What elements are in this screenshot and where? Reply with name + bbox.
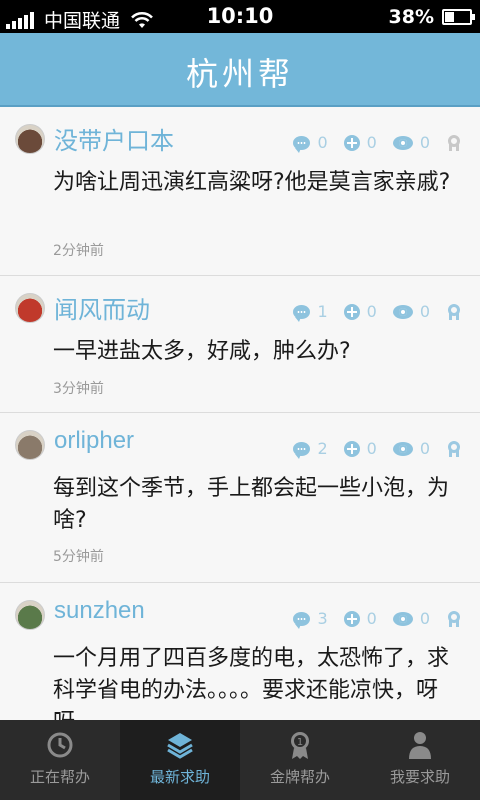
question-text[interactable]: 为啥让周迅演红高粱呀?他是莫言家亲戚? xyxy=(53,167,458,199)
comment-icon xyxy=(293,611,311,629)
medal-icon[interactable] xyxy=(448,610,460,627)
battery-icon xyxy=(442,9,475,25)
tab-in-progress[interactable]: 正在帮办 xyxy=(0,720,120,800)
question-card[interactable]: orlipher 2 0 0 每到这个季节，手上都会起一些小泡，为啥? 5分钟前 xyxy=(0,413,480,583)
status-right: 38% xyxy=(388,6,475,28)
eye-icon xyxy=(392,304,413,319)
clock-icon xyxy=(47,732,73,758)
app-header: 杭州帮 xyxy=(0,33,480,107)
view-stat: 0 xyxy=(392,439,430,458)
tab-label: 我要求助 xyxy=(389,768,450,786)
stats-bar: 1 0 0 xyxy=(277,302,460,322)
question-text[interactable]: 每到这个季节，手上都会起一些小泡，为啥? xyxy=(53,473,458,537)
medal-icon: 1 xyxy=(291,732,309,759)
tab-label: 最新求助 xyxy=(149,768,210,786)
view-stat: 0 xyxy=(392,609,430,628)
comment-icon xyxy=(293,135,311,153)
comment-count: 3 xyxy=(317,609,328,628)
medal-icon[interactable] xyxy=(448,303,460,320)
stats-bar: 0 0 0 xyxy=(277,133,460,153)
view-count: 0 xyxy=(419,133,430,152)
eye-icon xyxy=(392,441,413,456)
tab-label: 金牌帮办 xyxy=(269,768,330,786)
medal-icon[interactable] xyxy=(448,440,460,457)
comment-stat[interactable]: 3 xyxy=(293,609,328,629)
plus-icon xyxy=(343,303,360,320)
layers-icon xyxy=(167,733,193,759)
tab-ask-help[interactable]: 我要求助 xyxy=(360,720,480,800)
post-time: 5分钟前 xyxy=(53,549,104,565)
add-stat[interactable]: 0 xyxy=(343,302,377,321)
add-count: 0 xyxy=(366,133,377,152)
add-stat[interactable]: 0 xyxy=(343,609,377,628)
view-count: 0 xyxy=(419,439,430,458)
question-card[interactable]: 闻风而动 1 0 0 一早进盐太多，好咸，肿么办? 3分钟前 xyxy=(0,276,480,413)
view-count: 0 xyxy=(419,609,430,628)
question-text[interactable]: 一早进盐太多，好咸，肿么办? xyxy=(53,336,458,368)
person-icon xyxy=(409,732,431,759)
avatar[interactable] xyxy=(15,293,45,323)
battery-fill xyxy=(445,12,454,22)
comment-icon xyxy=(293,304,311,322)
plus-icon xyxy=(343,610,360,627)
comment-stat[interactable]: 2 xyxy=(293,439,328,459)
view-count: 0 xyxy=(419,302,430,321)
comment-count: 1 xyxy=(317,302,328,321)
username[interactable]: 闻风而动 xyxy=(54,290,150,325)
view-stat: 0 xyxy=(392,302,430,321)
add-stat[interactable]: 0 xyxy=(343,133,377,152)
avatar[interactable] xyxy=(15,600,45,630)
question-text[interactable]: 一个月用了四百多度的电，太恐怖了，求科学省电的办法。。。。要求还能凉快，呀呀 xyxy=(53,643,458,720)
plus-icon xyxy=(343,440,360,457)
stats-bar: 2 0 0 xyxy=(277,439,460,459)
post-time: 2分钟前 xyxy=(53,243,104,259)
add-stat[interactable]: 0 xyxy=(343,439,377,458)
comment-icon xyxy=(293,441,311,459)
plus-icon xyxy=(343,134,360,151)
question-card[interactable]: 没带户口本 0 0 0 为啥让周迅演红高粱呀?他是莫言家亲戚? 2分钟前 xyxy=(0,107,480,276)
comment-stat[interactable]: 0 xyxy=(293,133,328,153)
comment-count: 0 xyxy=(317,133,328,152)
post-time: 3分钟前 xyxy=(53,381,104,397)
avatar[interactable] xyxy=(15,430,45,460)
comment-stat[interactable]: 1 xyxy=(293,302,328,322)
medal-icon[interactable] xyxy=(448,134,460,151)
bottom-nav: 正在帮办 最新求助 1 金牌帮办 我要求助 xyxy=(0,720,480,800)
eye-icon xyxy=(392,135,413,150)
view-stat: 0 xyxy=(392,133,430,152)
username[interactable]: 没带户口本 xyxy=(54,121,174,156)
tab-latest[interactable]: 最新求助 xyxy=(120,720,240,800)
page-title: 杭州帮 xyxy=(185,55,294,93)
tab-label: 正在帮办 xyxy=(29,768,90,786)
eye-icon xyxy=(392,611,413,626)
svg-text:1: 1 xyxy=(297,737,303,748)
add-count: 0 xyxy=(366,609,377,628)
question-list[interactable]: 没带户口本 0 0 0 为啥让周迅演红高粱呀?他是莫言家亲戚? 2分钟前 闻风而… xyxy=(0,107,480,720)
username[interactable]: sunzhen xyxy=(54,597,145,625)
add-count: 0 xyxy=(366,302,377,321)
add-count: 0 xyxy=(366,439,377,458)
avatar[interactable] xyxy=(15,124,45,154)
username[interactable]: orlipher xyxy=(54,427,134,455)
status-bar: 中国联通 10:10 38% xyxy=(0,0,480,33)
stats-bar: 3 0 0 xyxy=(277,609,460,629)
battery-percent: 38% xyxy=(388,6,434,28)
question-card[interactable]: sunzhen 3 0 0 一个月用了四百多度的电，太恐怖了，求科学省电的办法。… xyxy=(0,583,480,720)
tab-gold-helper[interactable]: 1 金牌帮办 xyxy=(240,720,360,800)
comment-count: 2 xyxy=(317,439,328,458)
